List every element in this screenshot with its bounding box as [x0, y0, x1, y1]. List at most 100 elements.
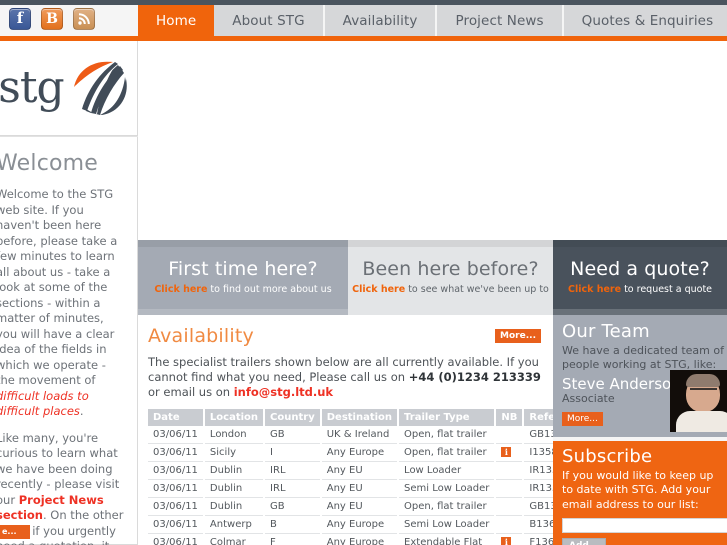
availability-email-link[interactable]: info@stg.ltd.uk [234, 385, 333, 399]
promo-3-click-here[interactable]: Click here [568, 284, 621, 295]
table-row[interactable]: 03/06/11 London GB UK & Ireland Open, flat t… [148, 426, 592, 444]
cell-nb [495, 479, 525, 498]
photo-shirt [676, 411, 727, 432]
promo-boxes: First time here? Click here to find out … [138, 240, 727, 315]
table-row[interactable]: 03/06/11 Sicily I Any Europe Open, flat trai… [148, 443, 592, 462]
promo-2-click-here[interactable]: Click here [352, 284, 405, 295]
welcome-paragraph-1: Welcome to the STG web site. If you have… [0, 187, 124, 420]
cell-nb [495, 515, 525, 534]
promo-3-subtitle: Click here to request a quote [568, 284, 712, 295]
subscribe-intro: If you would like to keep up to date wit… [562, 468, 714, 511]
subscribe-add-button[interactable]: Add... [562, 538, 607, 545]
cell-nb [495, 461, 525, 480]
availability-section: Availability More... The specialist trai… [138, 315, 592, 545]
col-destination[interactable]: Destination [320, 409, 400, 426]
promo-1-subtitle: Click here to find out more about us [154, 284, 331, 295]
team-heading: Our Team [562, 321, 650, 342]
footer-badge[interactable]: e... [0, 525, 30, 539]
cell-location: Dublin [203, 497, 266, 516]
availability-more-button[interactable]: More... [495, 329, 541, 343]
cell-country: I [264, 443, 322, 462]
cell-trailer-type: Semi Low Loader [398, 515, 497, 534]
cell-trailer-type: Semi Low Loader [398, 479, 497, 498]
cell-location: London [203, 426, 266, 444]
cell-date: 03/06/11 [148, 426, 205, 444]
cell-destination: Any EU [320, 479, 400, 498]
logo-wordmark: stg [0, 62, 65, 113]
cell-date: 03/06/11 [148, 533, 205, 545]
cell-destination: Any EU [320, 461, 400, 480]
blogger-icon[interactable]: B [41, 8, 63, 30]
col-country[interactable]: Country [264, 409, 322, 426]
cell-trailer-type: Low Loader [398, 461, 497, 480]
cell-destination: Any Europe [320, 443, 400, 462]
promo-first-time-here[interactable]: First time here? Click here to find out … [138, 240, 348, 315]
cell-trailer-type: Open, flat trailer [398, 443, 497, 462]
cell-trailer-type: Open, flat trailer [398, 426, 497, 444]
promo-2-sheen [348, 240, 553, 247]
promo-3-rest: to request a quote [621, 284, 713, 295]
promo-1-title: First time here? [168, 258, 318, 280]
col-location[interactable]: Location [203, 409, 266, 426]
cell-location: Colmar [203, 533, 266, 545]
col-date[interactable]: Date [148, 409, 205, 426]
logo-wrap: stg [0, 57, 130, 119]
availability-intro: The specialist trailers shown below are … [148, 355, 541, 400]
facebook-glyph: f [16, 9, 24, 27]
cell-date: 03/06/11 [148, 515, 205, 534]
cell-location: Sicily [203, 443, 266, 462]
subscribe-panel: Subscribe If you would like to keep up t… [553, 441, 727, 545]
cell-destination: Any EU [320, 497, 400, 516]
table-row[interactable]: 03/06/11 Dublin IRL Any EU Low Loader IR13593 [148, 461, 592, 480]
col-nb[interactable]: NB [495, 409, 525, 426]
availability-intro-b: or email us on [148, 385, 234, 399]
table-row[interactable]: 03/06/11 Dublin GB Any EU Open, flat trailer… [148, 497, 592, 516]
availability-table: Date Location Country Destination Traile… [148, 409, 592, 545]
main-navigation: Home About STG Availability Project News… [138, 5, 727, 36]
subscribe-email-input[interactable] [562, 518, 727, 534]
nb-info-icon[interactable]: i [501, 447, 512, 457]
cell-date: 03/06/11 [148, 479, 205, 498]
page-root: f B Home About STG Availability Project … [0, 0, 727, 545]
rss-icon[interactable] [73, 8, 95, 30]
promo-2-rest: to see what we've been up to [405, 284, 549, 295]
promo-need-a-quote[interactable]: Need a quote? Click here to request a qu… [553, 240, 727, 315]
nav-tab-about-stg[interactable]: About STG [214, 5, 325, 36]
cell-nb [495, 426, 525, 444]
table-header-row: Date Location Country Destination Traile… [148, 409, 592, 426]
nav-tab-project-news[interactable]: Project News [437, 5, 564, 36]
promo-1-click-here[interactable]: Click here [154, 284, 207, 295]
promo-2-subtitle: Click here to see what we've been up to [352, 284, 549, 295]
nav-tab-home[interactable]: Home [138, 5, 215, 36]
cell-destination: Any Europe [320, 515, 400, 534]
cell-destination: Any Europe [320, 533, 400, 545]
table-row[interactable]: 03/06/11 Dublin IRL Any EU Semi Low Loader IR… [148, 479, 592, 498]
cell-country: IRL [264, 461, 322, 480]
table-row[interactable]: 03/06/11 Antwerp B Any Europe Semi Low Loade… [148, 515, 592, 534]
promo-1-rest: to find out more about us [207, 284, 332, 295]
team-more-button[interactable]: More... [562, 412, 603, 427]
facebook-icon[interactable]: f [9, 8, 31, 30]
promo-1-sheen [138, 240, 348, 247]
cell-country: GB [264, 497, 322, 516]
promo-3-sheen [553, 240, 727, 247]
cell-nb [495, 497, 525, 516]
table-row[interactable]: 03/06/11 Colmar F Any Europe Extendable Flat… [148, 533, 592, 545]
photo-glasses [690, 388, 717, 394]
site-logo[interactable]: stg [0, 41, 138, 136]
availability-header: Availability More... [148, 325, 541, 347]
welcome-p1-end: . [79, 404, 84, 418]
logo-mark-icon [73, 61, 127, 115]
nav-tab-availability[interactable]: Availability [324, 5, 438, 36]
cell-trailer-type: Extendable Flat [398, 533, 497, 545]
availability-phone: +44 (0)1234 213339 [408, 370, 541, 384]
cell-location: Dublin [203, 461, 266, 480]
col-trailer-type[interactable]: Trailer Type [398, 409, 497, 426]
nav-tab-quotes-enquiries[interactable]: Quotes & Enquiries [563, 5, 727, 36]
promo-been-here-before[interactable]: Been here before? Click here to see what… [348, 240, 553, 315]
nb-info-icon[interactable]: i [501, 537, 512, 545]
welcome-p1-text: Welcome to the STG web site. If you have… [0, 187, 118, 387]
welcome-p1-emphasis: difficult loads to difficult places [0, 388, 89, 419]
cell-nb: i [495, 533, 525, 545]
cell-location: Dublin [203, 479, 266, 498]
